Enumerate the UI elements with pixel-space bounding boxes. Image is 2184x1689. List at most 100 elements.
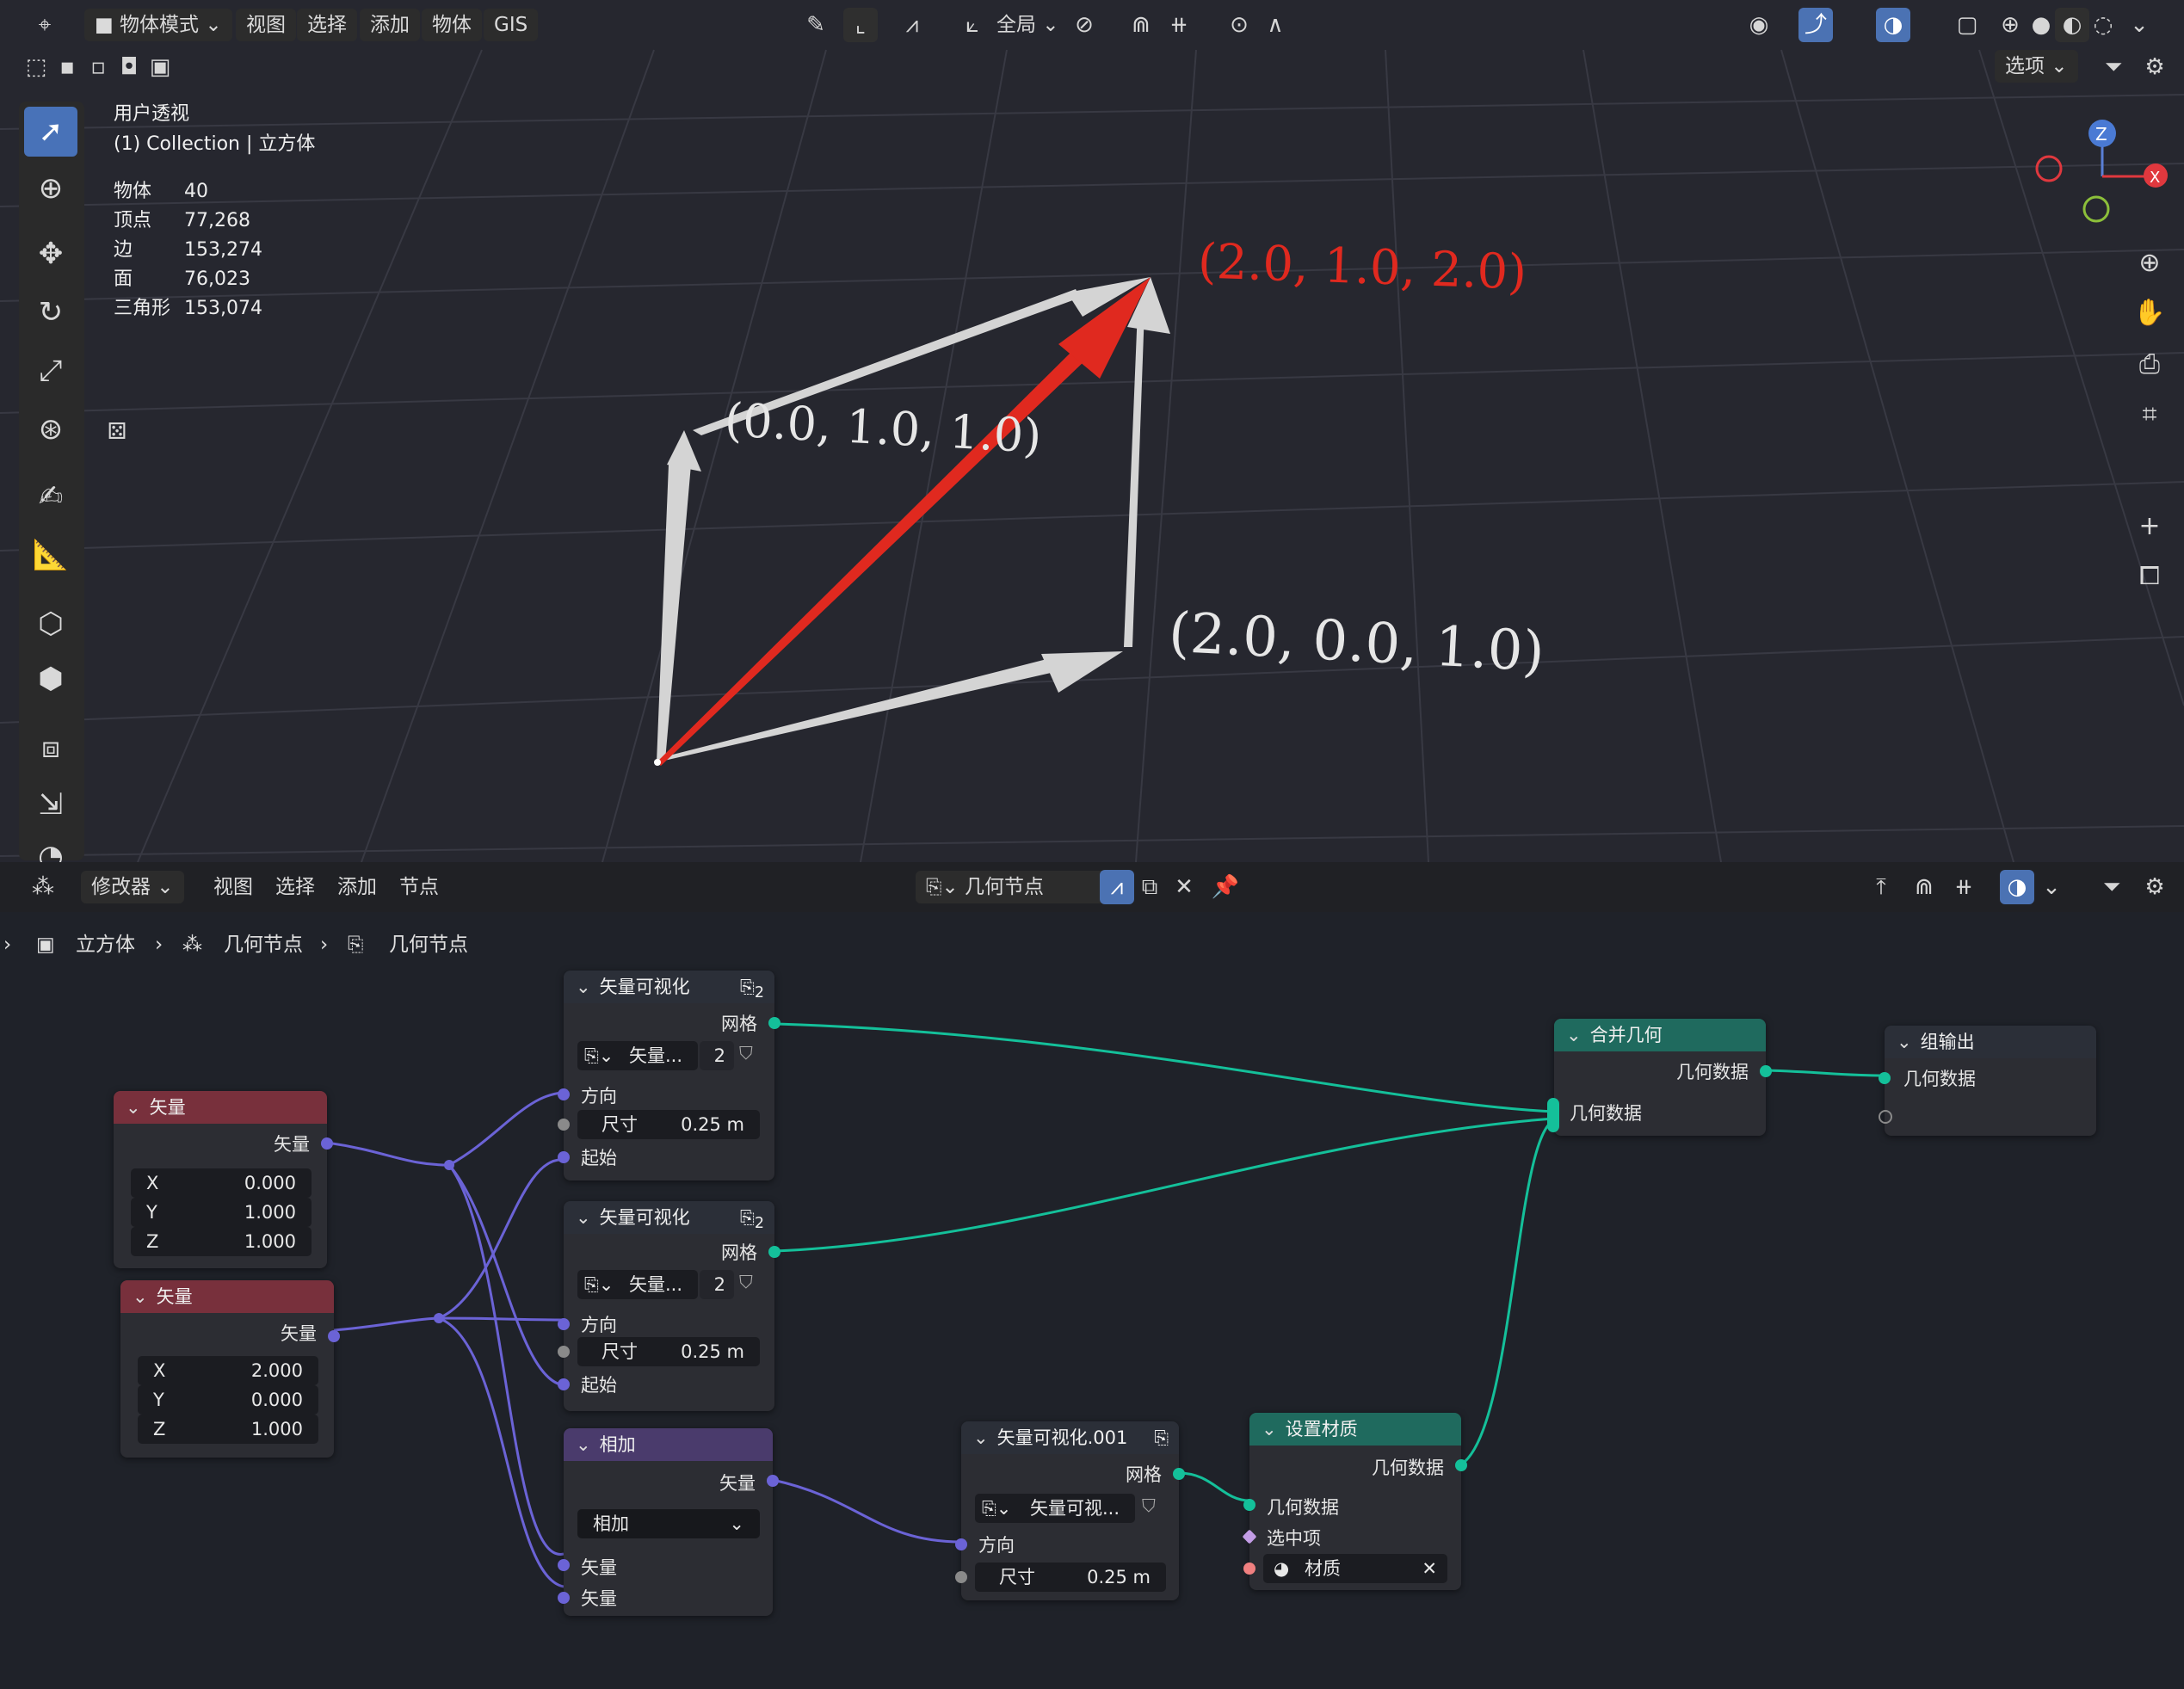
select-subtract-icon[interactable]: ▫ <box>81 50 115 84</box>
vector-visualize-node-2-header[interactable]: ⌄ 矢量可视化 ⎘2 <box>564 1201 774 1234</box>
select-tool-icon[interactable]: ➚ <box>24 107 77 157</box>
wireframe-shading-icon[interactable]: ⊕ <box>1993 8 2027 42</box>
vector-output-socket[interactable] <box>328 1330 340 1342</box>
size-input-socket[interactable] <box>558 1119 570 1131</box>
vector-output-socket[interactable] <box>321 1137 333 1150</box>
add-cube-tool-icon[interactable]: ⬡ <box>24 599 77 649</box>
editor-type-icon[interactable]: ⌖ <box>28 8 62 42</box>
join-geometry-node[interactable]: ⌄ 合并几何 几何数据 几何数据 <box>1547 1019 1772 1136</box>
collapse-chevron-icon[interactable]: ⌄ <box>1566 1019 1582 1051</box>
vector-input-1-socket[interactable] <box>558 1559 570 1571</box>
cursor-tool-icon[interactable]: ⊕ <box>24 163 77 213</box>
frame-selected-icon[interactable]: ⧠ <box>2131 558 2169 595</box>
snap-target-icon[interactable]: ⌞ <box>843 8 878 42</box>
gizmo-toggle-icon[interactable]: ⤴ <box>1798 8 1833 42</box>
menu-add[interactable]: 添加 <box>360 9 420 41</box>
fake-user-shield-icon[interactable]: ⛉ <box>739 1272 753 1293</box>
node-tree-select[interactable]: ⎘⌄ 几何节点 <box>916 871 1112 903</box>
proportional-edit-icon[interactable]: ⊙ <box>1222 8 1256 42</box>
node-menu-view[interactable]: 视图 <box>203 871 263 903</box>
collapse-chevron-icon[interactable]: ⌄ <box>133 1280 148 1313</box>
join-geometry-node-header[interactable]: ⌄ 合并几何 <box>1554 1019 1766 1051</box>
rotate-tool-icon[interactable]: ↻ <box>24 287 77 337</box>
vector-visualize-node-3-header[interactable]: ⌄ 矢量可视化.001 ⎘ <box>961 1421 1179 1454</box>
falloff-icon[interactable]: ∧ <box>1258 8 1293 42</box>
options-dropdown[interactable]: 选项 ⌄ <box>1995 50 2078 83</box>
xray-icon[interactable]: ▢ <box>1950 8 1984 42</box>
pivot-point-icon[interactable]: ⊘ <box>1067 8 1101 42</box>
shading-options-icon[interactable]: ⌄ <box>2122 8 2156 42</box>
vector-visualize-node-3[interactable]: ⌄ 矢量可视化.001 ⎘ 网格 ⎘⌄ 矢量可视... ⛉ 方向 尺寸 0.25 m <box>955 1421 1185 1600</box>
graph-icon[interactable]: ⩘ <box>895 8 929 42</box>
menu-object[interactable]: 物体 <box>422 9 482 41</box>
start-input-socket[interactable] <box>558 1151 570 1163</box>
3d-viewport[interactable]: Z X (2.0, 1.0, 2.0) (0.0, 1.0, 1.0) (2.0… <box>0 0 2184 862</box>
direction-input-socket[interactable] <box>955 1538 967 1550</box>
extra-tool-icon[interactable]: ◔ <box>24 831 77 862</box>
duplicate-icon[interactable]: ⧉ <box>1132 870 1167 904</box>
snap-increment-icon[interactable]: ⧺ <box>1162 8 1196 42</box>
size-field[interactable]: 尺寸 0.25 m <box>577 1110 760 1139</box>
empty-input-socket[interactable] <box>1879 1110 1892 1124</box>
select-extend-icon[interactable]: ▪ <box>50 50 84 84</box>
dice-icon[interactable]: ⚄ <box>100 415 134 449</box>
overlays-toggle-icon[interactable]: ◑ <box>1876 8 1910 42</box>
move-tool-icon[interactable]: ✥ <box>24 229 77 279</box>
mesh-output-socket[interactable] <box>768 1017 780 1029</box>
vector-node-1-header[interactable]: ⌄ 矢量 <box>114 1091 327 1124</box>
camera-icon[interactable]: ⎙ <box>2131 346 2169 384</box>
geometry-multi-input-socket[interactable] <box>1547 1098 1559 1132</box>
vector-visualize-node-1-header[interactable]: ⌄ 矢量可视化 ⎘2 <box>564 971 774 1003</box>
menu-select[interactable]: 选择 <box>297 9 357 41</box>
material-shading-icon[interactable]: ◐ <box>2055 8 2089 42</box>
cursor-move-tool-icon[interactable]: ⇲ <box>24 780 77 829</box>
solid-shading-icon[interactable]: ● <box>2024 8 2058 42</box>
material-select[interactable]: ◕ 材质 ✕ <box>1263 1554 1447 1583</box>
node-menu-select[interactable]: 选择 <box>265 871 325 903</box>
collapse-chevron-icon[interactable]: ⌄ <box>576 1428 591 1461</box>
zoom-icon[interactable]: ⊕ <box>2131 244 2169 282</box>
fake-user-shield-icon[interactable]: ⛉ <box>739 1043 753 1064</box>
collapse-chevron-icon[interactable]: ⌄ <box>1262 1413 1277 1446</box>
annotate-tool-icon[interactable]: ✍ <box>24 472 77 521</box>
x-field[interactable]: X 2.000 <box>138 1356 318 1385</box>
node-menu-node[interactable]: 节点 <box>389 871 449 903</box>
node-settings-gear-icon[interactable]: ⚙ <box>2138 870 2172 904</box>
y-field[interactable]: Y 0.000 <box>138 1385 318 1415</box>
z-field[interactable]: Z 1.000 <box>138 1415 318 1444</box>
vector-node-1[interactable]: ⌄ 矢量 矢量 X 0.000 Y 1.000 Z 1.000 <box>114 1091 333 1268</box>
menu-gis[interactable]: GIS <box>484 9 539 41</box>
node-editor[interactable]: ⁂ 修改器 ⌄ 视图 选择 添加 节点 ⎘⌄ 几何节点 ⩘ ⧉ ✕ 📌 ⤒ ⋒ … <box>0 862 2184 1689</box>
geometry-output-socket[interactable] <box>1455 1459 1467 1471</box>
geometry-input-socket[interactable] <box>1879 1072 1891 1084</box>
measure-tool-icon[interactable]: 📐 <box>24 530 77 580</box>
overlay-options-icon[interactable]: ⌄ <box>2034 870 2069 904</box>
breadcrumb-toggle-icon[interactable]: › <box>3 921 11 969</box>
set-material-node[interactable]: ⌄ 设置材质 几何数据 几何数据 选中项 ◕ 材质 ✕ <box>1242 1413 1467 1590</box>
vector-visualize-node-1[interactable]: ⌄ 矢量可视化 ⎘2 网格 ⎘⌄ 矢量... 2 ⛉ 方向 尺寸 0.25 m 起始 <box>558 971 780 1180</box>
size-field[interactable]: 尺寸 0.25 m <box>577 1337 760 1366</box>
vector-node-2[interactable]: ⌄ 矢量 矢量 X 2.000 Y 0.000 Z 1.000 <box>120 1280 340 1458</box>
fake-user-shield-icon[interactable]: ⛉ <box>1142 1495 1156 1517</box>
node-filter-icon[interactable]: ⏷ <box>2095 870 2129 904</box>
geometry-output-socket[interactable] <box>1760 1065 1772 1077</box>
node-editor-type-icon[interactable]: ⁂ <box>26 870 60 904</box>
breadcrumb-object[interactable]: 立方体 <box>76 921 135 969</box>
breadcrumb-modifier[interactable]: 几何节点 <box>224 921 303 969</box>
group-output-node[interactable]: ⌄ 组输出 几何数据 <box>1879 1026 2096 1136</box>
node-mode-select[interactable]: 修改器 ⌄ <box>81 871 184 903</box>
filter-icon[interactable]: ⏷ <box>2096 50 2131 84</box>
node-menu-add[interactable]: 添加 <box>327 871 387 903</box>
clear-material-icon[interactable]: ✕ <box>1422 1554 1437 1583</box>
y-field[interactable]: Y 1.000 <box>131 1198 312 1227</box>
fake-user-icon[interactable]: ⩘ <box>1100 870 1134 904</box>
mode-select[interactable]: ■ 物体模式 ⌄ <box>84 9 232 41</box>
select-box-icon[interactable]: ⬚ <box>19 50 53 84</box>
node-group-select[interactable]: ⎘⌄ 矢量... <box>577 1041 698 1070</box>
breadcrumb-node-tree[interactable]: 几何节点 <box>389 921 468 969</box>
visibility-icon[interactable]: ◉ <box>1742 8 1776 42</box>
add-icon[interactable]: + <box>2131 508 2169 546</box>
snap-icon[interactable]: ⋒ <box>1124 8 1158 42</box>
mesh-output-socket[interactable] <box>1173 1468 1185 1480</box>
node-overlays-icon[interactable]: ◑ <box>2000 870 2034 904</box>
